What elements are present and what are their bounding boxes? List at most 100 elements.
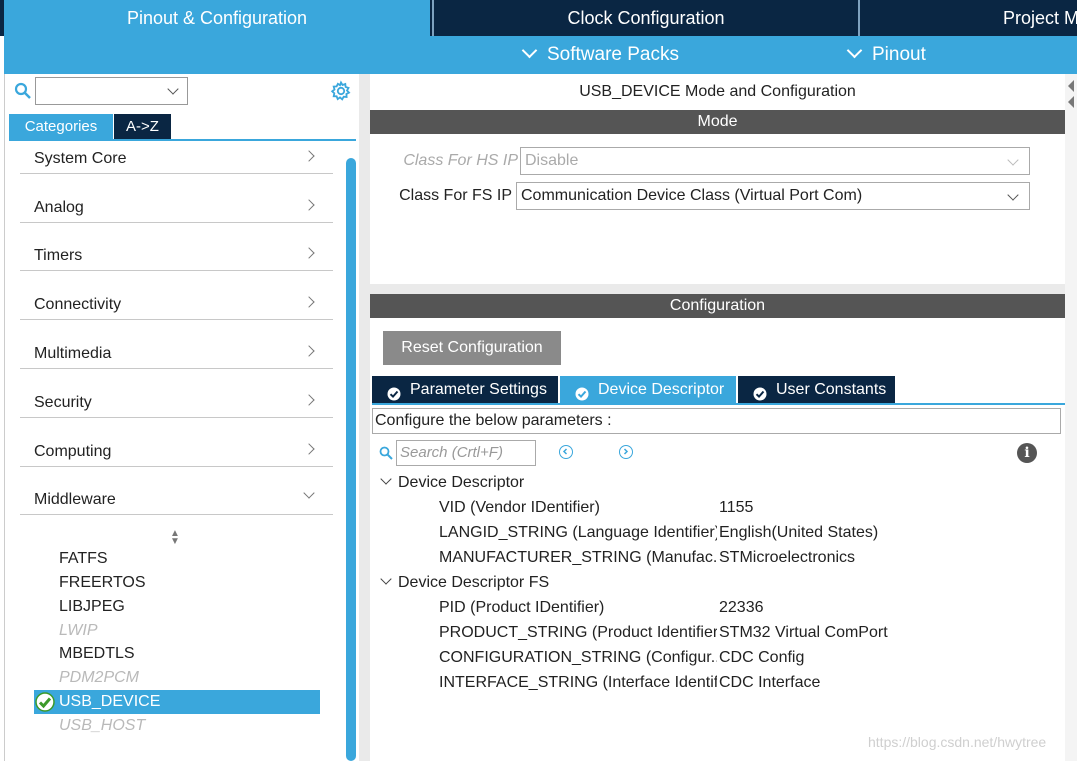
pinout-menu[interactable]: Pinout (846, 36, 926, 74)
configure-description: Configure the below parameters : (372, 408, 1061, 434)
category-label: Security (34, 394, 92, 411)
param-value[interactable]: CDC Config (719, 646, 804, 670)
category-label: Computing (34, 443, 112, 460)
check-circle-icon (753, 383, 767, 411)
check-circle-icon (35, 692, 55, 717)
middleware-item-fatfs[interactable]: FATFS (59, 547, 108, 571)
chevron-down-icon (521, 42, 538, 59)
right-edge-panel (1065, 74, 1077, 761)
category-label: Multimedia (34, 345, 112, 362)
chevron-down-icon (167, 83, 179, 95)
tab-device-descriptor[interactable]: Device Descriptor (560, 376, 736, 404)
param-value[interactable]: English(United States) (719, 521, 878, 545)
chevron-down-icon (380, 473, 392, 485)
parameter-search-input[interactable]: Search (Crtl+F) (396, 440, 536, 466)
tab-clock-configuration[interactable]: Clock Configuration (434, 0, 858, 36)
watermark: https://blog.csdn.net/hwytree (868, 734, 1047, 750)
tab-project-manager[interactable]: Project Manager (860, 0, 1077, 36)
middleware-item-freertos[interactable]: FREERTOS (59, 571, 146, 595)
tab-user-constants[interactable]: User Constants (738, 376, 895, 404)
next-match-icon[interactable] (619, 445, 633, 459)
chevron-right-icon (303, 345, 315, 357)
middleware-item-usb-device[interactable]: USB_DEVICE (59, 690, 160, 714)
param-value[interactable]: 1155 (719, 496, 753, 520)
param-name[interactable]: PID (Product IDentifier) (439, 596, 717, 620)
chevron-right-icon (303, 443, 315, 455)
category-multimedia[interactable]: Multimedia (20, 320, 333, 369)
category-timers[interactable]: Timers (20, 222, 333, 271)
search-icon (379, 446, 393, 465)
info-icon[interactable]: i (1017, 443, 1037, 463)
group-label: Device Descriptor (398, 474, 525, 491)
group-label: Device Descriptor FS (398, 574, 550, 591)
fs-class-value: Communication Device Class (Virtual Port… (521, 187, 863, 204)
previous-match-icon[interactable] (559, 445, 573, 459)
chevron-right-icon (303, 247, 315, 259)
category-label: System Core (34, 150, 127, 167)
software-packs-label: Software Packs (547, 44, 679, 65)
chevron-right-icon (303, 296, 315, 308)
param-name[interactable]: MANUFACTURER_STRING (Manufac... (439, 546, 717, 570)
chevron-right-icon (303, 150, 315, 162)
middleware-item-libjpeg[interactable]: LIBJPEG (59, 595, 125, 619)
tab-label: User Constants (776, 381, 887, 398)
param-value[interactable]: 22336 (719, 596, 764, 620)
param-name[interactable]: PRODUCT_STRING (Product Identifier) (439, 621, 717, 645)
chevron-down-icon (846, 42, 863, 59)
chevron-down-icon (1007, 189, 1019, 201)
group-device-descriptor-fs[interactable]: Device Descriptor FS (380, 571, 549, 595)
search-icon (14, 82, 32, 105)
chevron-down-icon (380, 573, 392, 585)
hs-class-value: Disable (525, 152, 579, 169)
chevron-down-icon (1007, 154, 1019, 166)
category-security[interactable]: Security (20, 369, 333, 418)
category-system-core[interactable]: System Core (20, 125, 333, 174)
middleware-item-mbedtls[interactable]: MBEDTLS (59, 642, 135, 666)
configuration-section-header: Configuration (370, 294, 1065, 318)
middleware-item-usb-host: USB_HOST (59, 717, 146, 734)
mode-panel (370, 74, 1065, 284)
category-label: Timers (34, 247, 83, 264)
param-value[interactable]: STM32 Virtual ComPort (719, 621, 888, 645)
sort-icon[interactable]: ▲ ▼ (170, 529, 180, 547)
chevron-down-icon (303, 487, 315, 499)
software-packs-menu[interactable]: Software Packs (521, 36, 679, 74)
category-label: Middleware (34, 491, 116, 508)
left-scrollbar-thumb[interactable] (346, 158, 356, 761)
hs-class-select: Disable (520, 147, 1030, 175)
pinout-label: Pinout (872, 44, 926, 65)
panel-border (4, 74, 5, 761)
category-connectivity[interactable]: Connectivity (20, 271, 333, 320)
category-computing[interactable]: Computing (20, 418, 333, 467)
tab-parameter-settings[interactable]: Parameter Settings (372, 376, 558, 404)
page-title: USB_DEVICE Mode and Configuration (579, 83, 856, 100)
hs-class-label: Class For HS IP (403, 152, 518, 169)
category-analog[interactable]: Analog (20, 174, 333, 223)
tab-label: Parameter Settings (410, 381, 547, 398)
param-name[interactable]: CONFIGURATION_STRING (Configur... (439, 646, 717, 670)
reset-configuration-button[interactable]: Reset Configuration (383, 331, 561, 365)
chevron-right-icon (303, 394, 315, 406)
param-value[interactable]: STMicroelectronics (719, 546, 855, 570)
fs-class-label: Class For FS IP (399, 187, 512, 204)
category-search-combobox[interactable] (35, 77, 188, 105)
group-device-descriptor[interactable]: Device Descriptor (380, 471, 524, 495)
tab-label: Device Descriptor (598, 381, 725, 398)
middleware-item-lwip: LWIP (59, 622, 98, 639)
mode-section-header: Mode (370, 110, 1065, 134)
tab-pinout-configuration[interactable]: Pinout & Configuration (4, 0, 430, 36)
chevron-right-icon (303, 199, 315, 211)
check-circle-icon (575, 383, 589, 411)
param-name[interactable]: LANGID_STRING (Language Identifier) (439, 521, 717, 545)
category-middleware[interactable]: Middleware (20, 466, 333, 515)
gear-icon[interactable] (330, 80, 352, 107)
param-name[interactable]: VID (Vendor IDentifier) (439, 496, 717, 520)
param-name[interactable]: INTERFACE_STRING (Interface Identifi... (439, 671, 717, 695)
category-label: Analog (34, 199, 84, 216)
category-label: Connectivity (34, 296, 122, 313)
fs-class-select[interactable]: Communication Device Class (Virtual Port… (516, 182, 1030, 210)
check-circle-icon (387, 383, 401, 411)
collapse-arrows-icon[interactable] (1066, 78, 1076, 112)
middleware-item-pdm2pcm: PDM2PCM (59, 669, 140, 686)
param-value[interactable]: CDC Interface (719, 671, 820, 695)
